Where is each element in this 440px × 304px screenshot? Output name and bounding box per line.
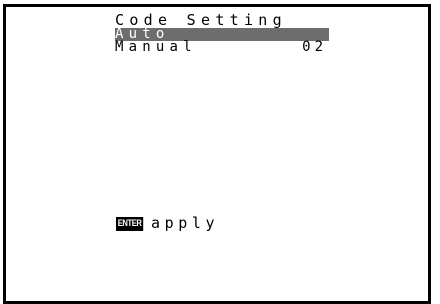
menu-item-manual[interactable]: Manual 02: [115, 39, 329, 55]
enter-key-icon: ENTER: [116, 216, 144, 231]
menu-item-label: Manual: [115, 39, 197, 55]
osd-menu: Code Setting Auto Manual 02: [115, 13, 329, 54]
footer-hint: ENTER apply: [116, 216, 219, 231]
apply-hint-label: apply: [151, 214, 220, 232]
manual-code-value: 02: [302, 39, 327, 55]
